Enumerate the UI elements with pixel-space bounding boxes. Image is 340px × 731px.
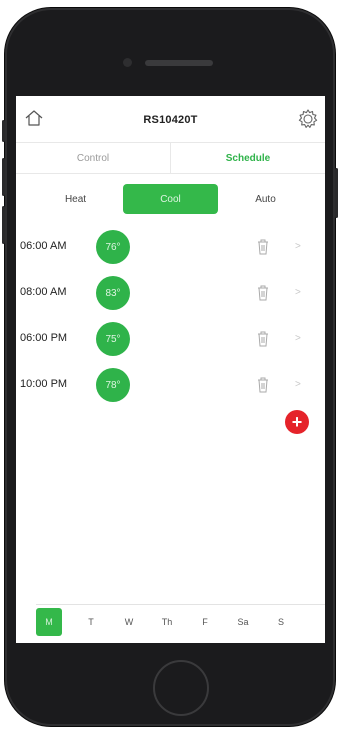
- top-bar: RS10420T: [16, 96, 325, 142]
- temperature-badge[interactable]: 75°: [96, 322, 130, 356]
- trash-icon[interactable]: [256, 238, 270, 256]
- gear-icon[interactable]: [297, 108, 319, 130]
- tab-control[interactable]: Control: [16, 143, 170, 173]
- trash-icon[interactable]: [256, 376, 270, 394]
- temperature-badge[interactable]: 76°: [96, 230, 130, 264]
- temperature-badge[interactable]: 83°: [96, 276, 130, 310]
- day-saturday[interactable]: Sa: [224, 608, 262, 636]
- phone-home-button[interactable]: [153, 660, 209, 716]
- chevron-right-icon[interactable]: >: [295, 333, 301, 344]
- chevron-right-icon[interactable]: >: [295, 241, 301, 252]
- volume-up-button: [2, 158, 5, 196]
- app-screen: RS10420T Control Schedule Heat Cool Auto…: [16, 96, 325, 643]
- schedule-row[interactable]: 10:00 PM 78° >: [16, 368, 325, 402]
- schedule-time: 06:00 AM: [20, 240, 67, 252]
- chevron-right-icon[interactable]: >: [295, 287, 301, 298]
- schedule-time: 06:00 PM: [20, 332, 68, 344]
- day-sunday[interactable]: S: [262, 608, 300, 636]
- day-wednesday[interactable]: W: [110, 608, 148, 636]
- add-schedule-button[interactable]: +: [285, 410, 309, 434]
- day-selector: M T W Th F Sa S: [36, 604, 325, 639]
- power-button: [335, 168, 338, 218]
- mode-auto[interactable]: Auto: [218, 184, 313, 214]
- day-friday[interactable]: F: [186, 608, 224, 636]
- day-tuesday[interactable]: T: [72, 608, 110, 636]
- front-camera: [123, 58, 132, 67]
- device-title: RS10420T: [143, 114, 198, 126]
- mode-heat[interactable]: Heat: [28, 184, 123, 214]
- mode-selector: Heat Cool Auto: [28, 184, 313, 214]
- day-monday[interactable]: M: [36, 608, 62, 636]
- temperature-badge[interactable]: 78°: [96, 368, 130, 402]
- tab-bar: Control Schedule: [16, 142, 325, 174]
- schedule-time: 08:00 AM: [20, 286, 67, 298]
- schedule-time: 10:00 PM: [20, 378, 68, 390]
- earpiece-speaker: [145, 60, 213, 66]
- trash-icon[interactable]: [256, 284, 270, 302]
- tab-schedule[interactable]: Schedule: [170, 143, 325, 173]
- chevron-right-icon[interactable]: >: [295, 379, 301, 390]
- schedule-row[interactable]: 06:00 PM 75° >: [16, 322, 325, 356]
- schedule-row[interactable]: 06:00 AM 76° >: [16, 230, 325, 264]
- mute-switch: [2, 120, 5, 142]
- day-thursday[interactable]: Th: [148, 608, 186, 636]
- volume-down-button: [2, 206, 5, 244]
- trash-icon[interactable]: [256, 330, 270, 348]
- mode-cool[interactable]: Cool: [123, 184, 218, 214]
- schedule-row[interactable]: 08:00 AM 83° >: [16, 276, 325, 310]
